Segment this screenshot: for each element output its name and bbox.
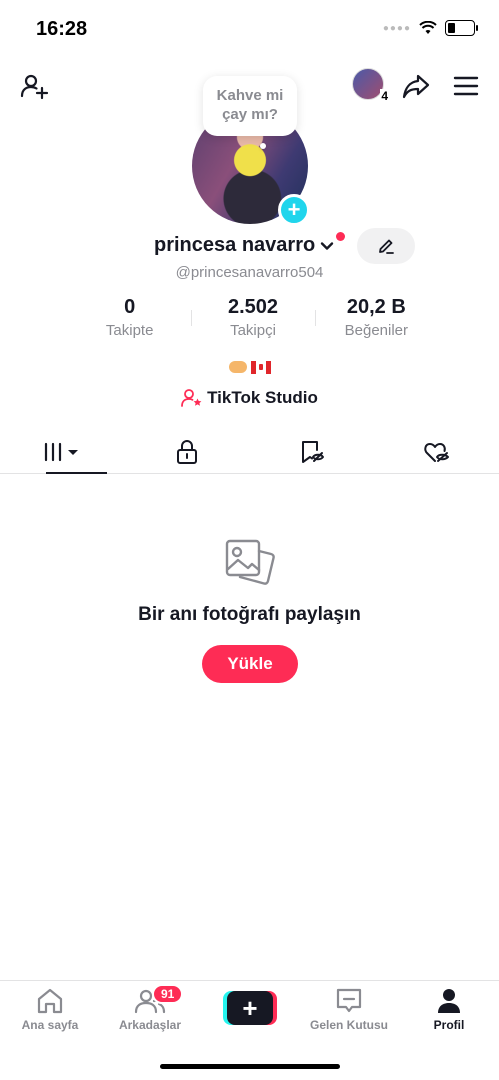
inbox-icon: [336, 988, 362, 1013]
name-row: princesa navarro: [0, 228, 499, 264]
heart-hidden-icon: [423, 442, 449, 462]
home-icon: [37, 988, 63, 1014]
nav-label: Arkadaşlar: [118, 1018, 182, 1032]
chevron-down-icon: [321, 241, 334, 250]
profile-icon: [438, 989, 460, 1013]
upload-label: Yükle: [227, 654, 273, 673]
note-bubble[interactable]: Kahve mi çay mı?: [203, 76, 297, 136]
nav-label: Profil: [433, 1018, 465, 1032]
profile-tabs: [0, 430, 499, 474]
account-switcher[interactable]: princesa navarro: [154, 234, 335, 257]
empty-state-title: Bir anı fotoğrafı paylaşın: [138, 604, 361, 625]
stats-row: 0 Takipte 2.502 Takipçi 20,2 B Beğeniler: [68, 296, 438, 344]
nav-label: Gelen Kutusu: [309, 1018, 388, 1032]
stat-label: Beğeniler: [344, 322, 409, 339]
note-text: Kahve mi çay mı?: [216, 87, 284, 123]
note-bubble-tail: [260, 143, 266, 149]
nav-friends[interactable]: 91 Arkadaşlar: [100, 984, 200, 1032]
share-icon: [402, 74, 430, 99]
add-friend-button[interactable]: [16, 68, 52, 104]
tab-liked[interactable]: [374, 430, 499, 473]
nav-home[interactable]: Ana sayfa: [0, 987, 100, 1032]
stat-value: 20,2 B: [346, 296, 406, 318]
stat-divider: [314, 310, 316, 326]
studio-icon: [181, 389, 202, 407]
tab-private[interactable]: [125, 430, 250, 473]
tab-saved[interactable]: [250, 430, 375, 473]
notification-dot: [336, 232, 345, 241]
stat-label: Takipte: [105, 322, 154, 339]
grid-icon: [45, 442, 79, 461]
menu-button[interactable]: [448, 68, 484, 104]
wifi-icon: [419, 21, 437, 34]
status-bar: 16:28 ●●●●: [0, 0, 499, 60]
stat-label: Takipçi: [230, 322, 276, 339]
bookmark-hidden-icon: [301, 440, 324, 463]
battery-icon: [445, 20, 478, 36]
pencil-icon: [379, 239, 394, 254]
upload-button[interactable]: Yükle: [202, 645, 298, 683]
create-button[interactable]: +: [223, 991, 277, 1025]
edit-profile-button[interactable]: [357, 228, 415, 264]
notification-count: 4: [380, 89, 389, 103]
stat-divider: [191, 310, 193, 326]
bio: [0, 358, 499, 374]
notification-avatar[interactable]: 4: [352, 68, 389, 103]
handle-row: @princesanavarro504: [0, 264, 499, 281]
lock-icon: [177, 439, 198, 464]
studio-label: TikTok Studio: [207, 388, 318, 407]
user-handle: @princesanavarro504: [175, 264, 324, 281]
photo-icon: [225, 539, 275, 585]
plus-icon: +: [227, 991, 273, 1025]
battery-fill: [448, 23, 456, 33]
tab-videos[interactable]: [0, 430, 125, 474]
canada-flag-emoji: [250, 360, 271, 374]
stat-followers[interactable]: 2.502 Takipçi: [191, 296, 314, 344]
nav-profile[interactable]: Profil: [399, 987, 499, 1032]
status-icons: ●●●●: [382, 20, 478, 36]
home-indicator: [160, 1064, 340, 1069]
signal-icon: ●●●●: [382, 22, 411, 34]
heart-hands-emoji: [228, 361, 247, 374]
nav-label: Ana sayfa: [21, 1018, 79, 1032]
friends-badge: 91: [152, 984, 184, 1004]
share-button[interactable]: [398, 68, 434, 104]
stat-following[interactable]: 0 Takipte: [68, 296, 191, 344]
menu-icon: [453, 76, 479, 96]
stat-value: 2.502: [227, 296, 279, 318]
stat-value: 0: [124, 296, 136, 318]
status-time: 16:28: [36, 18, 88, 40]
stat-likes[interactable]: 20,2 B Beğeniler: [314, 296, 438, 344]
tiktok-studio-link[interactable]: TikTok Studio: [0, 388, 499, 408]
username: princesa navarro: [154, 234, 316, 256]
add-photo-button[interactable]: +: [278, 194, 310, 226]
add-friend-icon: [20, 74, 49, 100]
nav-inbox[interactable]: Gelen Kutusu: [299, 987, 399, 1032]
